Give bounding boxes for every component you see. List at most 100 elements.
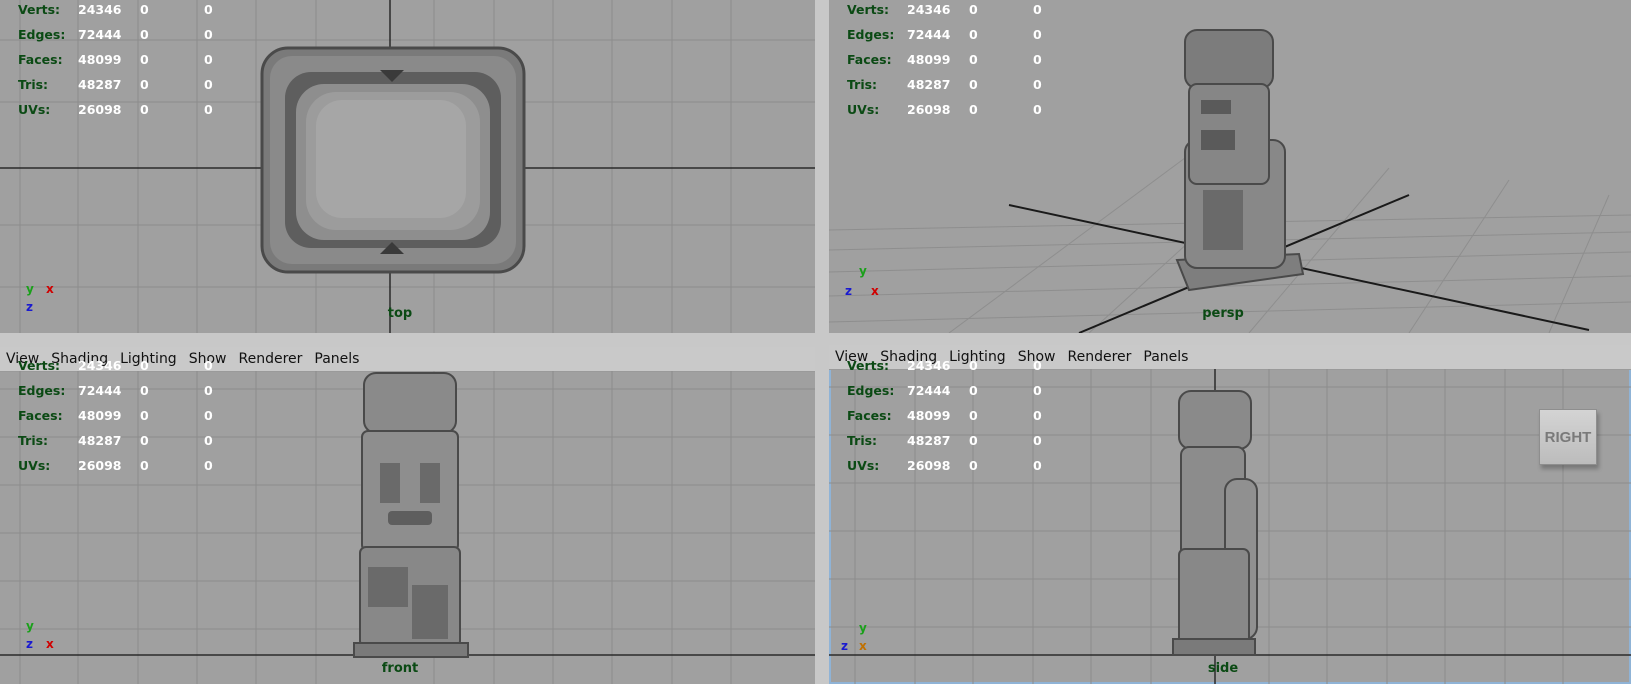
hud-value: 72444 [907, 27, 951, 42]
hud-label: Tris: [18, 77, 49, 92]
hud-value: 0 [969, 408, 978, 423]
hud-value: 24346 [907, 358, 951, 373]
statue-side [1172, 390, 1258, 656]
camera-label: front [381, 661, 419, 676]
viewport-top[interactable]: Verts: 24346 0 0 Edges: 72444 0 0 Faces: 48099 0… [0, 0, 815, 333]
hud-label: Tris: [18, 433, 49, 448]
hud-value: 0 [1033, 77, 1042, 92]
hud-value: 0 [140, 408, 149, 423]
hud-label: Tris: [847, 77, 878, 92]
hud-value: 0 [1033, 408, 1042, 423]
hud-value: 0 [204, 383, 213, 398]
hud-value: 0 [140, 77, 149, 92]
hud-value: 0 [1033, 27, 1042, 42]
hud-label: UVs: [18, 458, 51, 473]
hud-value: 0 [969, 52, 978, 67]
hud-label: Faces: [847, 52, 892, 67]
menu-panels[interactable]: Panels [1143, 349, 1188, 365]
hud-value: 0 [969, 358, 978, 373]
axis-x-label: x [859, 639, 867, 653]
hud-value: 0 [204, 458, 213, 473]
hud-value: 24346 [78, 2, 122, 17]
menu-renderer[interactable]: Renderer [238, 351, 302, 367]
viewport-persp[interactable]: Verts: 24346 0 0 Edges: 72444 0 0 Faces: 48099 0… [829, 0, 1631, 333]
axis-y-label: y [26, 619, 34, 633]
hud-value: 0 [204, 408, 213, 423]
view-cube[interactable]: RIGHT [1539, 409, 1597, 465]
top-scene [0, 0, 815, 333]
hud-value: 48099 [907, 408, 951, 423]
axis-x-label: x [46, 637, 54, 651]
menu-renderer[interactable]: Renderer [1067, 349, 1131, 365]
hud-label: UVs: [18, 102, 51, 117]
hud-value: 0 [140, 383, 149, 398]
hud-label: Edges: [847, 27, 895, 42]
hud-value: 0 [969, 2, 978, 17]
hud-value: 0 [204, 2, 213, 17]
hud-value: 0 [969, 458, 978, 473]
camera-label: side [1207, 661, 1239, 676]
hud-value: 72444 [78, 383, 122, 398]
axis-z-label: z [841, 639, 848, 653]
hud-value: 48287 [78, 77, 122, 92]
hud-value: 0 [1033, 383, 1042, 398]
axis-z-label: z [26, 300, 33, 314]
hud-label: Edges: [18, 27, 66, 42]
front-scene [0, 371, 815, 684]
statue-front [353, 372, 469, 658]
hud-label: UVs: [847, 458, 880, 473]
hud-value: 24346 [78, 358, 122, 373]
hud-label: UVs: [847, 102, 880, 117]
hud-value: 26098 [907, 102, 951, 117]
hud-value: 0 [140, 2, 149, 17]
hud-value: 72444 [78, 27, 122, 42]
hud-value: 0 [204, 52, 213, 67]
hud-label: Verts: [18, 358, 61, 373]
hud-value: 26098 [78, 102, 122, 117]
view-cube-label: RIGHT [1544, 428, 1592, 446]
panel-menubar: View Shading Lighting Show Renderer Pane… [0, 347, 815, 372]
hud-value: 48099 [78, 52, 122, 67]
hud-label: Verts: [847, 2, 890, 17]
hud-value: 0 [1033, 358, 1042, 373]
axis-y-label: y [26, 282, 34, 296]
hud-value: 0 [204, 102, 213, 117]
axis-z-label: z [845, 284, 852, 298]
hud-value: 0 [140, 102, 149, 117]
axis-x-label: x [46, 282, 54, 296]
hud-label: Verts: [847, 358, 890, 373]
hud-value: 0 [204, 77, 213, 92]
statue-persp [1175, 29, 1305, 292]
hud-value: 0 [969, 383, 978, 398]
hud-value: 0 [1033, 52, 1042, 67]
axis-y-label: y [859, 264, 867, 278]
menu-panels[interactable]: Panels [314, 351, 359, 367]
hud-value: 0 [140, 358, 149, 373]
hud-value: 0 [204, 433, 213, 448]
hud-label: Verts: [18, 2, 61, 17]
axis-z-label: z [26, 637, 33, 651]
hud-value: 0 [1033, 2, 1042, 17]
hud-value: 0 [140, 458, 149, 473]
axis-x-label: x [871, 284, 879, 298]
hud-value: 0 [1033, 458, 1042, 473]
hud-value: 0 [140, 433, 149, 448]
hud-value: 0 [969, 77, 978, 92]
hud-value: 24346 [907, 2, 951, 17]
hud-value: 48099 [907, 52, 951, 67]
hud-value: 26098 [907, 458, 951, 473]
hud-value: 72444 [907, 383, 951, 398]
hud-value: 48287 [907, 433, 951, 448]
camera-label: persp [1202, 306, 1244, 321]
hud-value: 0 [204, 358, 213, 373]
camera-label: top [387, 306, 413, 321]
axis-y-label: y [859, 621, 867, 635]
hud-value: 0 [969, 102, 978, 117]
hud-value: 26098 [78, 458, 122, 473]
hud-value: 0 [204, 27, 213, 42]
viewport-side[interactable]: View Shading Lighting Show Renderer Pane… [829, 345, 1631, 684]
hud-value: 0 [969, 27, 978, 42]
hud-label: Faces: [18, 408, 63, 423]
hud-value: 48099 [78, 408, 122, 423]
viewport-front[interactable]: View Shading Lighting Show Renderer Pane… [0, 347, 815, 684]
